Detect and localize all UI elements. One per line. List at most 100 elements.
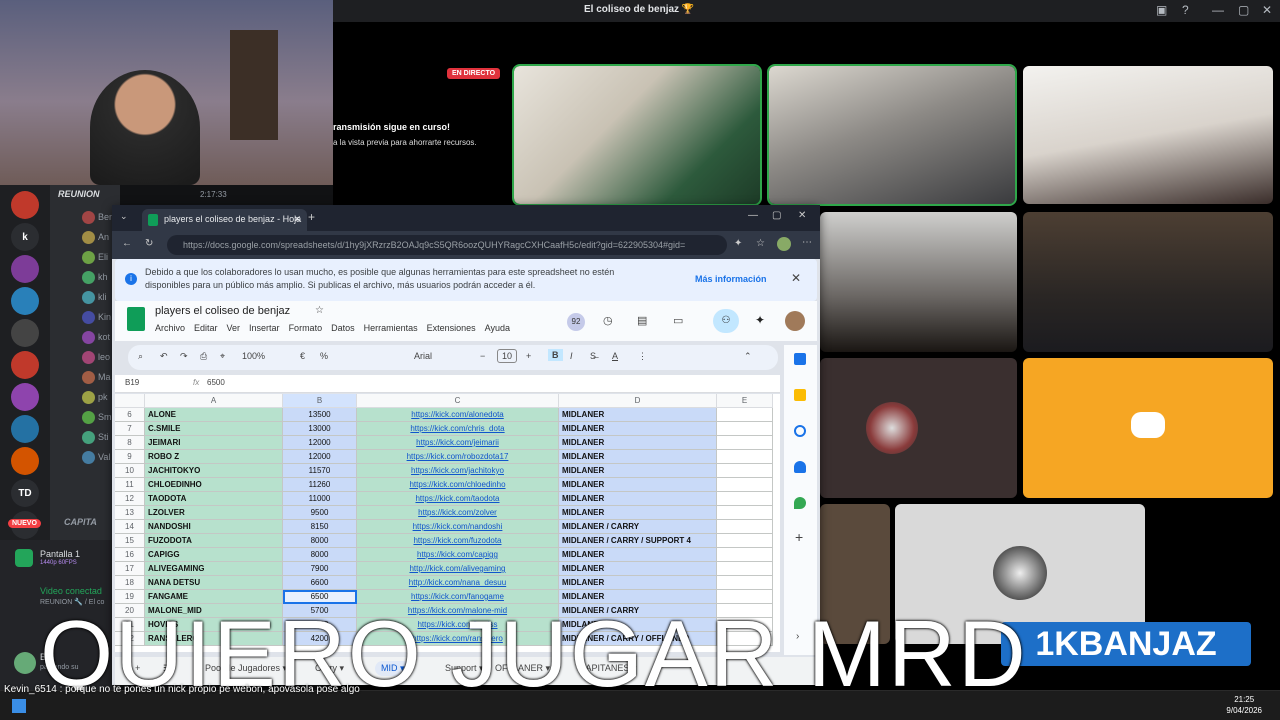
increase-size-icon[interactable]: +: [526, 351, 531, 361]
profile-avatar[interactable]: [777, 237, 791, 251]
value-cell[interactable]: 12000: [283, 450, 357, 464]
row-number[interactable]: 13: [115, 506, 145, 520]
empty-cell[interactable]: [717, 576, 773, 590]
voice-user-avatar[interactable]: [82, 351, 95, 364]
value-cell[interactable]: 11570: [283, 464, 357, 478]
keep-icon[interactable]: [794, 389, 806, 401]
voice-user-avatar[interactable]: [82, 311, 95, 324]
player-name-cell[interactable]: ROBO Z: [145, 450, 283, 464]
player-name-cell[interactable]: JACHITOKYO: [145, 464, 283, 478]
value-cell[interactable]: 6600: [283, 576, 357, 590]
voice-user-avatar[interactable]: [82, 291, 95, 304]
menu-item[interactable]: Ver: [227, 323, 241, 333]
voice-user-avatar[interactable]: [82, 251, 95, 264]
voice-user-avatar[interactable]: [82, 391, 95, 404]
inbox-icon[interactable]: ▣: [1156, 3, 1167, 17]
role-cell[interactable]: MIDLANER: [559, 464, 717, 478]
kick-link-cell[interactable]: https://kick.com/fuzodota: [357, 534, 559, 548]
row-number[interactable]: 17: [115, 562, 145, 576]
doc-title[interactable]: players el coliseo de benjaz: [155, 305, 290, 317]
kick-link-cell[interactable]: https://kick.com/robozdota17: [357, 450, 559, 464]
paint-format-icon[interactable]: ⌖: [220, 351, 225, 362]
value-cell[interactable]: 7900: [283, 562, 357, 576]
server-icon[interactable]: [11, 447, 39, 475]
calendar-icon[interactable]: [794, 353, 806, 365]
player-name-cell[interactable]: CHLOEDINHO: [145, 478, 283, 492]
video-tile-4[interactable]: [820, 212, 1017, 352]
bold-icon[interactable]: B: [548, 349, 563, 361]
empty-cell[interactable]: [717, 534, 773, 548]
menu-item[interactable]: Extensiones: [427, 323, 476, 333]
row-number[interactable]: 7: [115, 422, 145, 436]
kick-link-cell[interactable]: https://kick.com/chris_dota: [357, 422, 559, 436]
font-size-field[interactable]: 10: [497, 349, 518, 363]
row-number[interactable]: 14: [115, 520, 145, 534]
empty-cell[interactable]: [717, 422, 773, 436]
voice-user-avatar[interactable]: [82, 411, 95, 424]
url-field[interactable]: https://docs.google.com/spreadsheets/d/1…: [167, 235, 727, 255]
voice-user-avatar[interactable]: [82, 371, 95, 384]
voice-user-avatar[interactable]: [82, 211, 95, 224]
role-cell[interactable]: MIDLANER: [559, 408, 717, 422]
percent-icon[interactable]: %: [320, 351, 328, 361]
browser-tab[interactable]: players el coliseo de benjaz - Hoja ✕: [142, 209, 307, 231]
server-icon[interactable]: [11, 191, 39, 219]
new-tab-icon[interactable]: +: [308, 210, 315, 224]
extensions-icon[interactable]: ✦: [734, 238, 742, 249]
collapse-toolbar-icon[interactable]: ⌃: [744, 351, 752, 362]
formula-value[interactable]: 6500: [207, 378, 225, 387]
row-number[interactable]: 15: [115, 534, 145, 548]
value-cell[interactable]: 13500: [283, 408, 357, 422]
maximize-browser-icon[interactable]: ▢: [772, 210, 781, 221]
decrease-size-icon[interactable]: −: [480, 351, 485, 361]
video-tile-2[interactable]: [767, 64, 1017, 206]
role-cell[interactable]: MIDLANER / CARRY / SUPPORT 4: [559, 534, 717, 548]
value-cell[interactable]: 12000: [283, 436, 357, 450]
kick-link-cell[interactable]: https://kick.com/chloedinho: [357, 478, 559, 492]
more-tools-icon[interactable]: ⋮: [638, 351, 647, 362]
history-icon[interactable]: ◷: [603, 314, 613, 327]
empty-cell[interactable]: [717, 478, 773, 492]
kick-link-cell[interactable]: https://kick.com/nandoshi: [357, 520, 559, 534]
row-number[interactable]: 16: [115, 548, 145, 562]
row-number[interactable]: 9: [115, 450, 145, 464]
empty-cell[interactable]: [717, 562, 773, 576]
player-name-cell[interactable]: ALIVEGAMING: [145, 562, 283, 576]
star-icon[interactable]: ☆: [315, 305, 324, 316]
search-icon[interactable]: ⌕: [138, 351, 143, 362]
system-clock[interactable]: 21:25 9/04/2026: [1226, 694, 1262, 716]
role-cell[interactable]: MIDLANER: [559, 506, 717, 520]
contacts-icon[interactable]: [794, 461, 806, 473]
server-icon[interactable]: TD: [11, 479, 39, 507]
role-cell[interactable]: MIDLANER: [559, 548, 717, 562]
row-number[interactable]: 12: [115, 492, 145, 506]
video-tile-discord[interactable]: [1023, 358, 1273, 498]
menu-item[interactable]: Archivo: [155, 323, 185, 333]
account-avatar[interactable]: [785, 311, 805, 331]
value-cell[interactable]: 9500: [283, 506, 357, 520]
server-icon[interactable]: [11, 351, 39, 379]
empty-cell[interactable]: [717, 492, 773, 506]
share-icon[interactable]: ⚇: [713, 309, 739, 333]
server-icon[interactable]: [11, 255, 39, 283]
role-cell[interactable]: MIDLANER: [559, 492, 717, 506]
kick-link-cell[interactable]: https://kick.com/jeimarii: [357, 436, 559, 450]
player-name-cell[interactable]: ALONE: [145, 408, 283, 422]
voice-user-avatar[interactable]: [82, 231, 95, 244]
kick-link-cell[interactable]: https://kick.com/jachitokyo: [357, 464, 559, 478]
voice-channel-name[interactable]: REUNION: [58, 189, 100, 199]
row-number[interactable]: 11: [115, 478, 145, 492]
tab-close-icon[interactable]: ✕: [293, 214, 301, 225]
role-cell[interactable]: MIDLANER: [559, 450, 717, 464]
player-name-cell[interactable]: CAPIGG: [145, 548, 283, 562]
player-name-cell[interactable]: TAODOTA: [145, 492, 283, 506]
strikethrough-icon[interactable]: S̶: [590, 351, 596, 361]
viewer-count[interactable]: 92: [567, 313, 585, 331]
minimize-browser-icon[interactable]: —: [748, 210, 758, 221]
voice-channel-2[interactable]: CAPITA: [64, 517, 97, 527]
more-info-link[interactable]: Más información: [695, 274, 767, 284]
value-cell[interactable]: 8150: [283, 520, 357, 534]
close-icon[interactable]: ✕: [1262, 3, 1272, 17]
voice-user-avatar[interactable]: [82, 431, 95, 444]
video-tile-1[interactable]: [512, 64, 762, 206]
